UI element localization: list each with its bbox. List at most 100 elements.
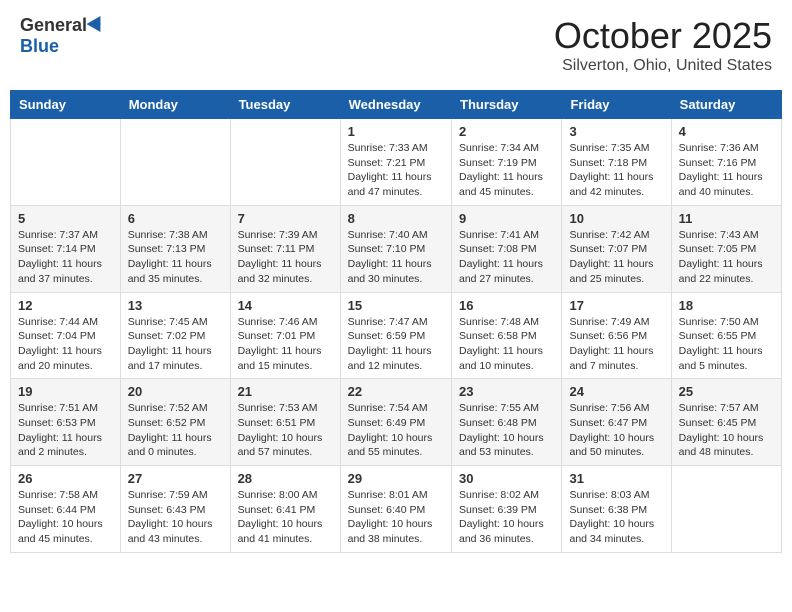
day-number: 6 bbox=[128, 211, 223, 226]
day-info: Sunrise: 7:53 AM Sunset: 6:51 PM Dayligh… bbox=[238, 401, 333, 460]
calendar-cell: 2 Sunrise: 7:34 AM Sunset: 7:19 PM Daylig… bbox=[452, 119, 562, 206]
calendar-cell: 7 Sunrise: 7:39 AM Sunset: 7:11 PM Daylig… bbox=[230, 205, 340, 292]
day-info: Sunrise: 7:57 AM Sunset: 6:45 PM Dayligh… bbox=[679, 401, 774, 460]
day-number: 9 bbox=[459, 211, 554, 226]
calendar-cell: 11 Sunrise: 7:43 AM Sunset: 7:05 PM Dayli… bbox=[671, 205, 781, 292]
day-info: Sunrise: 7:51 AM Sunset: 6:53 PM Dayligh… bbox=[18, 401, 113, 460]
calendar-week-row: 26 Sunrise: 7:58 AM Sunset: 6:44 PM Dayli… bbox=[11, 466, 782, 553]
calendar-weekday-sunday: Sunday bbox=[11, 91, 121, 119]
day-number: 5 bbox=[18, 211, 113, 226]
calendar-cell: 3Sunrise: 7:35 AM Sunset: 7:18 PM Daylig… bbox=[562, 119, 671, 206]
calendar-table: SundayMondayTuesdayWednesdayThursdayFrid… bbox=[10, 90, 782, 553]
day-info: Sunrise: 7:44 AM Sunset: 7:04 PM Dayligh… bbox=[18, 315, 113, 374]
calendar-weekday-monday: Monday bbox=[120, 91, 230, 119]
day-info: Sunrise: 7:33 AM Sunset: 7:21 PM Dayligh… bbox=[348, 141, 444, 200]
calendar-header-row: SundayMondayTuesdayWednesdayThursdayFrid… bbox=[11, 91, 782, 119]
logo-general-text: General bbox=[20, 15, 87, 36]
day-number: 18 bbox=[679, 298, 774, 313]
calendar-cell: 21 Sunrise: 7:53 AM Sunset: 6:51 PM Dayli… bbox=[230, 379, 340, 466]
day-info: Sunrise: 8:00 AM Sunset: 6:41 PM Dayligh… bbox=[238, 488, 333, 547]
day-info: Sunrise: 8:03 AM Sunset: 6:38 PM Dayligh… bbox=[569, 488, 663, 547]
calendar-cell: 8 Sunrise: 7:40 AM Sunset: 7:10 PM Daylig… bbox=[340, 205, 451, 292]
calendar-cell: 18Sunrise: 7:50 AM Sunset: 6:55 PM Dayli… bbox=[671, 292, 781, 379]
day-info: Sunrise: 7:46 AM Sunset: 7:01 PM Dayligh… bbox=[238, 315, 333, 374]
calendar-cell: 24Sunrise: 7:56 AM Sunset: 6:47 PM Dayli… bbox=[562, 379, 671, 466]
day-info: Sunrise: 8:02 AM Sunset: 6:39 PM Dayligh… bbox=[459, 488, 554, 547]
calendar-cell: 27Sunrise: 7:59 AM Sunset: 6:43 PM Dayli… bbox=[120, 466, 230, 553]
logo-blue-text: Blue bbox=[20, 36, 59, 57]
calendar-cell: 13Sunrise: 7:45 AM Sunset: 7:02 PM Dayli… bbox=[120, 292, 230, 379]
day-number: 17 bbox=[569, 298, 663, 313]
day-number: 7 bbox=[238, 211, 333, 226]
day-number: 1 bbox=[348, 124, 444, 139]
calendar-weekday-friday: Friday bbox=[562, 91, 671, 119]
day-info: Sunrise: 7:54 AM Sunset: 6:49 PM Dayligh… bbox=[348, 401, 444, 460]
day-info: Sunrise: 7:43 AM Sunset: 7:05 PM Dayligh… bbox=[679, 228, 774, 287]
calendar-cell: 12 Sunrise: 7:44 AM Sunset: 7:04 PM Dayli… bbox=[11, 292, 121, 379]
day-info: Sunrise: 7:39 AM Sunset: 7:11 PM Dayligh… bbox=[238, 228, 333, 287]
day-number: 30 bbox=[459, 471, 554, 486]
calendar-cell: 20Sunrise: 7:52 AM Sunset: 6:52 PM Dayli… bbox=[120, 379, 230, 466]
logo-icon bbox=[87, 12, 108, 32]
day-info: Sunrise: 7:41 AM Sunset: 7:08 PM Dayligh… bbox=[459, 228, 554, 287]
calendar-week-row: 1 Sunrise: 7:33 AM Sunset: 7:21 PM Daylig… bbox=[11, 119, 782, 206]
day-number: 25 bbox=[679, 384, 774, 399]
day-info: Sunrise: 7:37 AM Sunset: 7:14 PM Dayligh… bbox=[18, 228, 113, 287]
calendar-cell: 28 Sunrise: 8:00 AM Sunset: 6:41 PM Dayli… bbox=[230, 466, 340, 553]
calendar-cell: 29 Sunrise: 8:01 AM Sunset: 6:40 PM Dayli… bbox=[340, 466, 451, 553]
calendar-cell: 23 Sunrise: 7:55 AM Sunset: 6:48 PM Dayli… bbox=[452, 379, 562, 466]
calendar-cell: 19Sunrise: 7:51 AM Sunset: 6:53 PM Dayli… bbox=[11, 379, 121, 466]
calendar-cell: 25 Sunrise: 7:57 AM Sunset: 6:45 PM Dayli… bbox=[671, 379, 781, 466]
calendar-cell: 31 Sunrise: 8:03 AM Sunset: 6:38 PM Dayli… bbox=[562, 466, 671, 553]
day-number: 28 bbox=[238, 471, 333, 486]
calendar-weekday-saturday: Saturday bbox=[671, 91, 781, 119]
day-number: 20 bbox=[128, 384, 223, 399]
calendar-week-row: 5 Sunrise: 7:37 AM Sunset: 7:14 PM Daylig… bbox=[11, 205, 782, 292]
calendar-cell: 9 Sunrise: 7:41 AM Sunset: 7:08 PM Daylig… bbox=[452, 205, 562, 292]
day-number: 23 bbox=[459, 384, 554, 399]
day-number: 29 bbox=[348, 471, 444, 486]
day-info: Sunrise: 7:45 AM Sunset: 7:02 PM Dayligh… bbox=[128, 315, 223, 374]
month-title: October 2025 bbox=[554, 15, 772, 57]
location-title: Silverton, Ohio, United States bbox=[554, 57, 772, 75]
day-number: 12 bbox=[18, 298, 113, 313]
calendar-weekday-wednesday: Wednesday bbox=[340, 91, 451, 119]
page-header: General Blue October 2025 Silverton, Ohi… bbox=[10, 10, 782, 80]
calendar-weekday-thursday: Thursday bbox=[452, 91, 562, 119]
day-info: Sunrise: 7:59 AM Sunset: 6:43 PM Dayligh… bbox=[128, 488, 223, 547]
day-info: Sunrise: 7:58 AM Sunset: 6:44 PM Dayligh… bbox=[18, 488, 113, 547]
calendar-cell bbox=[230, 119, 340, 206]
calendar-week-row: 12 Sunrise: 7:44 AM Sunset: 7:04 PM Dayli… bbox=[11, 292, 782, 379]
calendar-cell bbox=[11, 119, 121, 206]
day-number: 26 bbox=[18, 471, 113, 486]
calendar-cell: 17 Sunrise: 7:49 AM Sunset: 6:56 PM Dayli… bbox=[562, 292, 671, 379]
day-info: Sunrise: 7:55 AM Sunset: 6:48 PM Dayligh… bbox=[459, 401, 554, 460]
day-info: Sunrise: 7:42 AM Sunset: 7:07 PM Dayligh… bbox=[569, 228, 663, 287]
day-info: Sunrise: 7:38 AM Sunset: 7:13 PM Dayligh… bbox=[128, 228, 223, 287]
title-area: October 2025 Silverton, Ohio, United Sta… bbox=[554, 15, 772, 75]
day-number: 2 bbox=[459, 124, 554, 139]
day-info: Sunrise: 8:01 AM Sunset: 6:40 PM Dayligh… bbox=[348, 488, 444, 547]
day-number: 4 bbox=[679, 124, 774, 139]
calendar-cell: 14 Sunrise: 7:46 AM Sunset: 7:01 PM Dayli… bbox=[230, 292, 340, 379]
day-number: 22 bbox=[348, 384, 444, 399]
calendar-cell: 6 Sunrise: 7:38 AM Sunset: 7:13 PM Daylig… bbox=[120, 205, 230, 292]
day-info: Sunrise: 7:48 AM Sunset: 6:58 PM Dayligh… bbox=[459, 315, 554, 374]
calendar-cell bbox=[120, 119, 230, 206]
day-number: 21 bbox=[238, 384, 333, 399]
calendar-cell: 10Sunrise: 7:42 AM Sunset: 7:07 PM Dayli… bbox=[562, 205, 671, 292]
day-number: 11 bbox=[679, 211, 774, 226]
day-info: Sunrise: 7:40 AM Sunset: 7:10 PM Dayligh… bbox=[348, 228, 444, 287]
calendar-cell: 4Sunrise: 7:36 AM Sunset: 7:16 PM Daylig… bbox=[671, 119, 781, 206]
day-info: Sunrise: 7:35 AM Sunset: 7:18 PM Dayligh… bbox=[569, 141, 663, 200]
day-info: Sunrise: 7:34 AM Sunset: 7:19 PM Dayligh… bbox=[459, 141, 554, 200]
calendar-cell: 26 Sunrise: 7:58 AM Sunset: 6:44 PM Dayli… bbox=[11, 466, 121, 553]
calendar-cell bbox=[671, 466, 781, 553]
calendar-cell: 15Sunrise: 7:47 AM Sunset: 6:59 PM Dayli… bbox=[340, 292, 451, 379]
day-number: 31 bbox=[569, 471, 663, 486]
day-info: Sunrise: 7:49 AM Sunset: 6:56 PM Dayligh… bbox=[569, 315, 663, 374]
calendar-week-row: 19Sunrise: 7:51 AM Sunset: 6:53 PM Dayli… bbox=[11, 379, 782, 466]
day-number: 24 bbox=[569, 384, 663, 399]
day-number: 8 bbox=[348, 211, 444, 226]
day-number: 14 bbox=[238, 298, 333, 313]
